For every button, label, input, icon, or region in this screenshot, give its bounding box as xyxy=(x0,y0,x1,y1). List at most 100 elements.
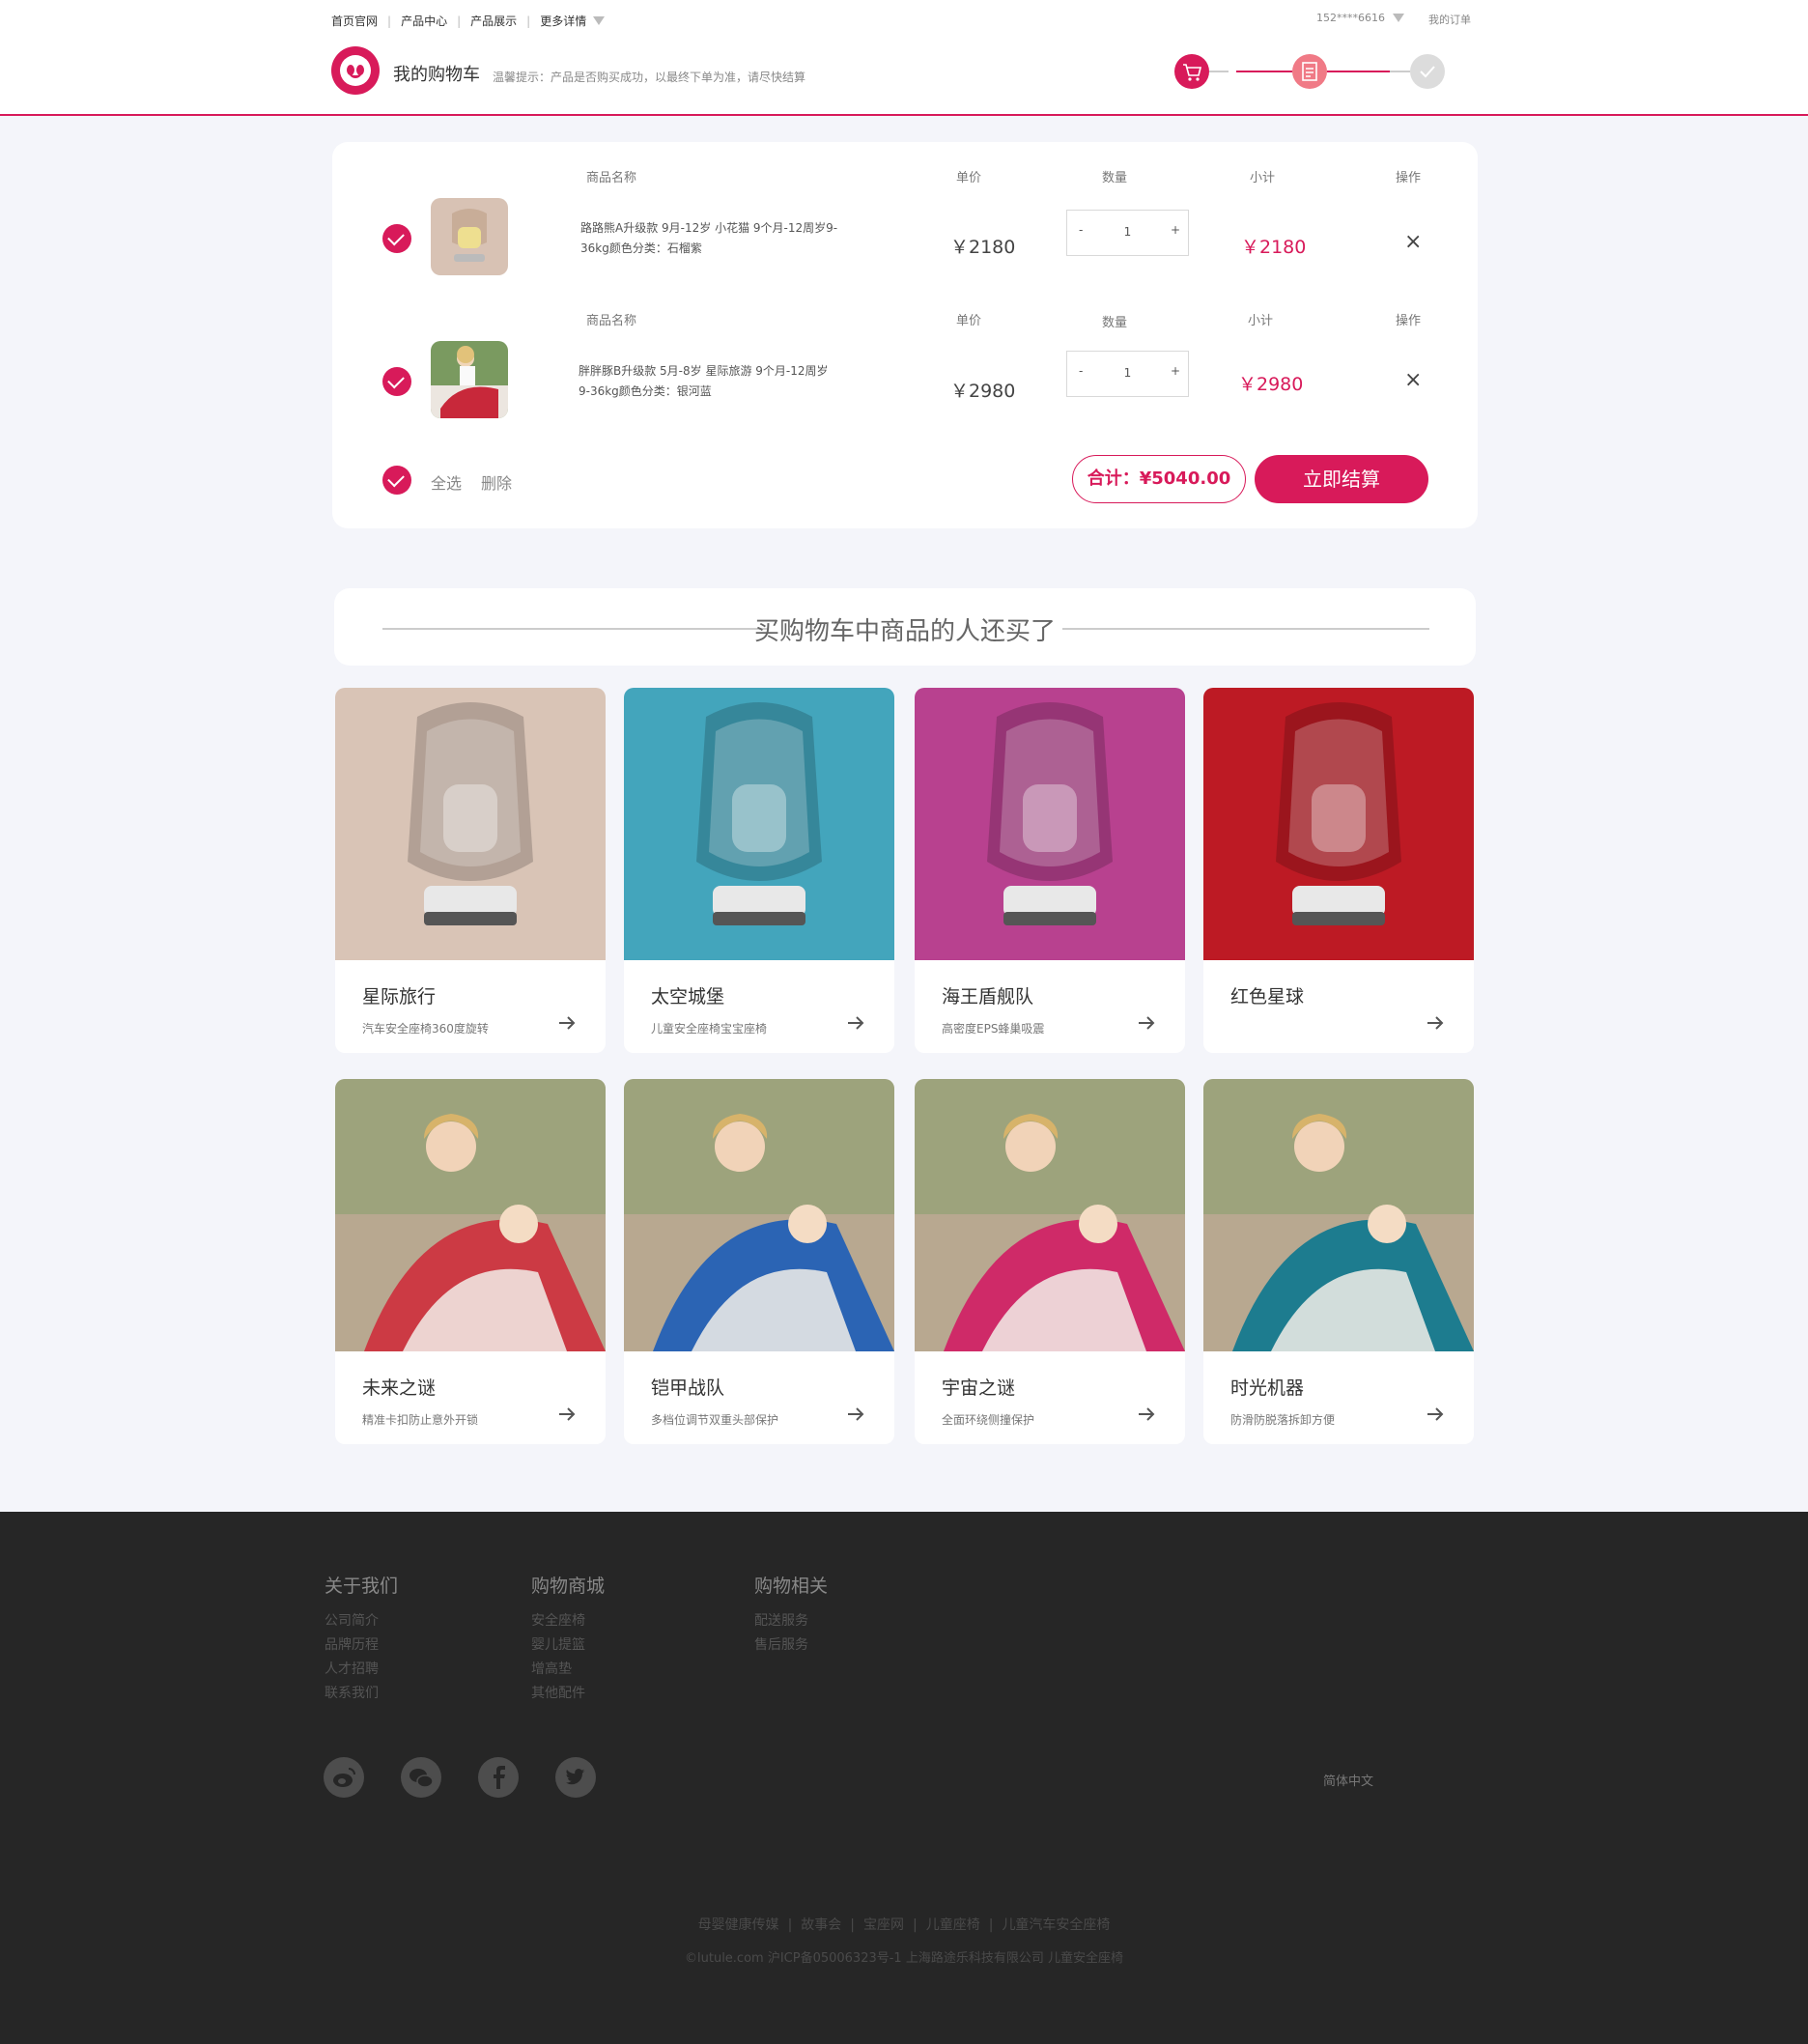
my-orders-link[interactable]: 我的订单 xyxy=(1428,12,1471,27)
arrow-right-icon[interactable] xyxy=(846,1013,865,1033)
footer-link[interactable]: 故事会 xyxy=(801,1917,841,1933)
arrow-right-icon[interactable] xyxy=(557,1405,577,1424)
close-icon[interactable]: × xyxy=(1404,230,1422,254)
product-thumbnail[interactable] xyxy=(431,198,508,275)
language-selector[interactable]: 简体中文 xyxy=(1323,1771,1373,1789)
product-card[interactable]: 宇宙之谜全面环绕侧撞保护 xyxy=(915,1079,1185,1444)
product-image[interactable] xyxy=(624,1079,894,1351)
item-checkbox[interactable] xyxy=(382,367,411,396)
product-card-name[interactable]: 时光机器 xyxy=(1230,1374,1304,1400)
select-all-label[interactable]: 全选 xyxy=(431,470,462,494)
arrow-right-icon[interactable] xyxy=(846,1405,865,1424)
footer-link[interactable]: 品牌历程 xyxy=(325,1633,398,1658)
nav-home[interactable]: 首页官网 xyxy=(331,13,378,29)
product-card-name[interactable]: 未来之谜 xyxy=(362,1374,436,1400)
arrow-right-icon[interactable] xyxy=(1137,1405,1156,1424)
product-card-name[interactable]: 太空城堡 xyxy=(651,982,724,1008)
product-image[interactable] xyxy=(1203,688,1474,960)
product-card[interactable]: 海王盾舰队高密度EPS蜂巢吸震 xyxy=(915,688,1185,1053)
delete-selected-button[interactable]: 删除 xyxy=(481,470,512,494)
weibo-icon[interactable] xyxy=(324,1757,364,1798)
product-card[interactable]: 时光机器 防滑防脱落拆卸方便 xyxy=(1203,1079,1474,1444)
product-card[interactable]: 未来之谜 精准卡扣防止意外开锁 xyxy=(335,1079,606,1444)
arrow-right-icon[interactable] xyxy=(1426,1405,1445,1424)
item-checkbox[interactable] xyxy=(382,224,411,253)
footer-links: 母婴健康传媒 | 故事会 | 宝座网 | 儿童座椅 | 儿童汽车安全座椅 xyxy=(697,1917,1111,1933)
nav-showcase[interactable]: 产品展示 xyxy=(470,13,517,29)
qty-increase-button[interactable]: + xyxy=(1171,364,1180,378)
product-card-name[interactable]: 宇宙之谜 xyxy=(942,1374,1015,1400)
product-card-desc: 多档位调节双重头部保护 xyxy=(651,1413,779,1427)
facebook-icon[interactable] xyxy=(478,1757,519,1798)
cart-row: 商品名称 单价 数量 小计 操作 路路熊A升级款 9月-12岁 小花猫 9个月-… xyxy=(332,142,1478,287)
product-image[interactable] xyxy=(624,688,894,960)
account-phone[interactable]: 152****6616 xyxy=(1316,12,1385,24)
product-image[interactable] xyxy=(915,1079,1185,1351)
close-icon[interactable]: × xyxy=(1404,368,1422,392)
cart-panel: 商品名称 单价 数量 小计 操作 路路熊A升级款 9月-12岁 小花猫 9个月-… xyxy=(332,142,1478,528)
quantity-stepper: - 1 + xyxy=(1066,351,1189,397)
col-action-header: 操作 xyxy=(1396,171,1422,185)
checkout-steps xyxy=(1174,54,1445,89)
col-price-header: 单价 xyxy=(956,314,982,328)
product-name[interactable]: 胖胖豚B升级款 5月-8岁 星际旅游 9个月-12周岁9-36kg颜色分类：银河… xyxy=(579,361,839,402)
footer-link[interactable]: 增高垫 xyxy=(531,1658,605,1682)
product-card-desc: 儿童安全座椅宝宝座椅 xyxy=(651,1022,768,1036)
product-image[interactable] xyxy=(915,688,1185,960)
nav-products[interactable]: 产品中心 xyxy=(401,13,447,29)
account-menu[interactable]: 152****6616 xyxy=(1316,12,1404,24)
product-card[interactable]: 红色星球 xyxy=(1203,688,1474,1053)
footer-link[interactable]: 配送服务 xyxy=(754,1609,828,1633)
footer-link[interactable]: 安全座椅 xyxy=(531,1609,605,1633)
footer-column-title: 关于我们 xyxy=(325,1576,399,1597)
footer-link[interactable]: 其他配件 xyxy=(531,1682,605,1706)
wechat-icon[interactable] xyxy=(401,1757,441,1798)
twitter-icon[interactable] xyxy=(555,1757,596,1798)
footer-link[interactable]: 宝座网 xyxy=(863,1917,904,1933)
footer-column-about: 关于我们 公司简介 品牌历程 人才招聘 联系我们 xyxy=(325,1572,398,1706)
footer-link[interactable]: 婴儿提篮 xyxy=(531,1633,605,1658)
checkout-button[interactable]: 立即结算 xyxy=(1255,455,1428,503)
product-card-name[interactable]: 海王盾舰队 xyxy=(942,982,1033,1008)
footer-link[interactable]: 人才招聘 xyxy=(325,1658,398,1682)
product-thumbnail[interactable] xyxy=(431,341,508,418)
copyright: ©lutule.com 沪ICP备05006323号-1 上海路途乐科技有限公司… xyxy=(685,1951,1123,1966)
product-card-name[interactable]: 铠甲战队 xyxy=(651,1374,724,1400)
cart-row: 商品名称 单价 数量 小计 操作 胖胖豚B升级款 5月-8岁 星际旅游 9个月-… xyxy=(332,285,1478,430)
brand-logo[interactable] xyxy=(331,46,380,95)
col-name-header: 商品名称 xyxy=(586,314,637,328)
footer-link[interactable]: 母婴健康传媒 xyxy=(698,1917,779,1933)
unit-price: ￥2980 xyxy=(950,381,1016,402)
footer-link[interactable]: 公司简介 xyxy=(325,1609,398,1633)
arrow-right-icon[interactable] xyxy=(557,1013,577,1033)
product-card[interactable]: 星际旅行 汽车安全座椅360度旋转 xyxy=(335,688,606,1053)
product-card[interactable]: 太空城堡儿童安全座椅宝宝座椅 xyxy=(624,688,894,1053)
footer-link[interactable]: 售后服务 xyxy=(754,1633,828,1658)
select-all-checkbox[interactable] xyxy=(382,466,411,495)
col-subtotal-header: 小计 xyxy=(1250,171,1276,185)
product-card-desc: 高密度EPS蜂巢吸震 xyxy=(942,1022,1045,1036)
footer-link[interactable]: 儿童座椅 xyxy=(926,1917,980,1933)
recommend-header: 买购物车中商品的人还买了 xyxy=(334,588,1476,666)
product-card-name[interactable]: 红色星球 xyxy=(1230,982,1304,1008)
product-image[interactable] xyxy=(335,688,606,960)
product-card[interactable]: 铠甲战队多档位调节双重头部保护 xyxy=(624,1079,894,1444)
chevron-down-icon[interactable] xyxy=(593,16,606,25)
footer-column-title: 购物相关 xyxy=(754,1576,829,1597)
col-name-header: 商品名称 xyxy=(586,171,637,185)
product-card-desc: 全面环绕侧撞保护 xyxy=(942,1413,1035,1427)
arrow-right-icon[interactable] xyxy=(1426,1013,1445,1033)
arrow-right-icon[interactable] xyxy=(1137,1013,1156,1033)
qty-increase-button[interactable]: + xyxy=(1171,223,1180,237)
unit-price: ￥2180 xyxy=(950,237,1016,258)
nav-more[interactable]: 更多详情 xyxy=(540,13,586,29)
nav-separator: | xyxy=(387,14,392,28)
footer-link[interactable]: 联系我们 xyxy=(325,1682,398,1706)
product-image[interactable] xyxy=(1203,1079,1474,1351)
nav-separator: | xyxy=(526,14,531,28)
chevron-down-icon[interactable] xyxy=(1393,14,1404,22)
product-name[interactable]: 路路熊A升级款 9月-12岁 小花猫 9个月-12周岁9-36kg颜色分类：石榴… xyxy=(580,218,841,259)
product-image[interactable] xyxy=(335,1079,606,1351)
footer-link[interactable]: 儿童汽车安全座椅 xyxy=(1002,1917,1110,1933)
product-card-name[interactable]: 星际旅行 xyxy=(362,982,436,1008)
